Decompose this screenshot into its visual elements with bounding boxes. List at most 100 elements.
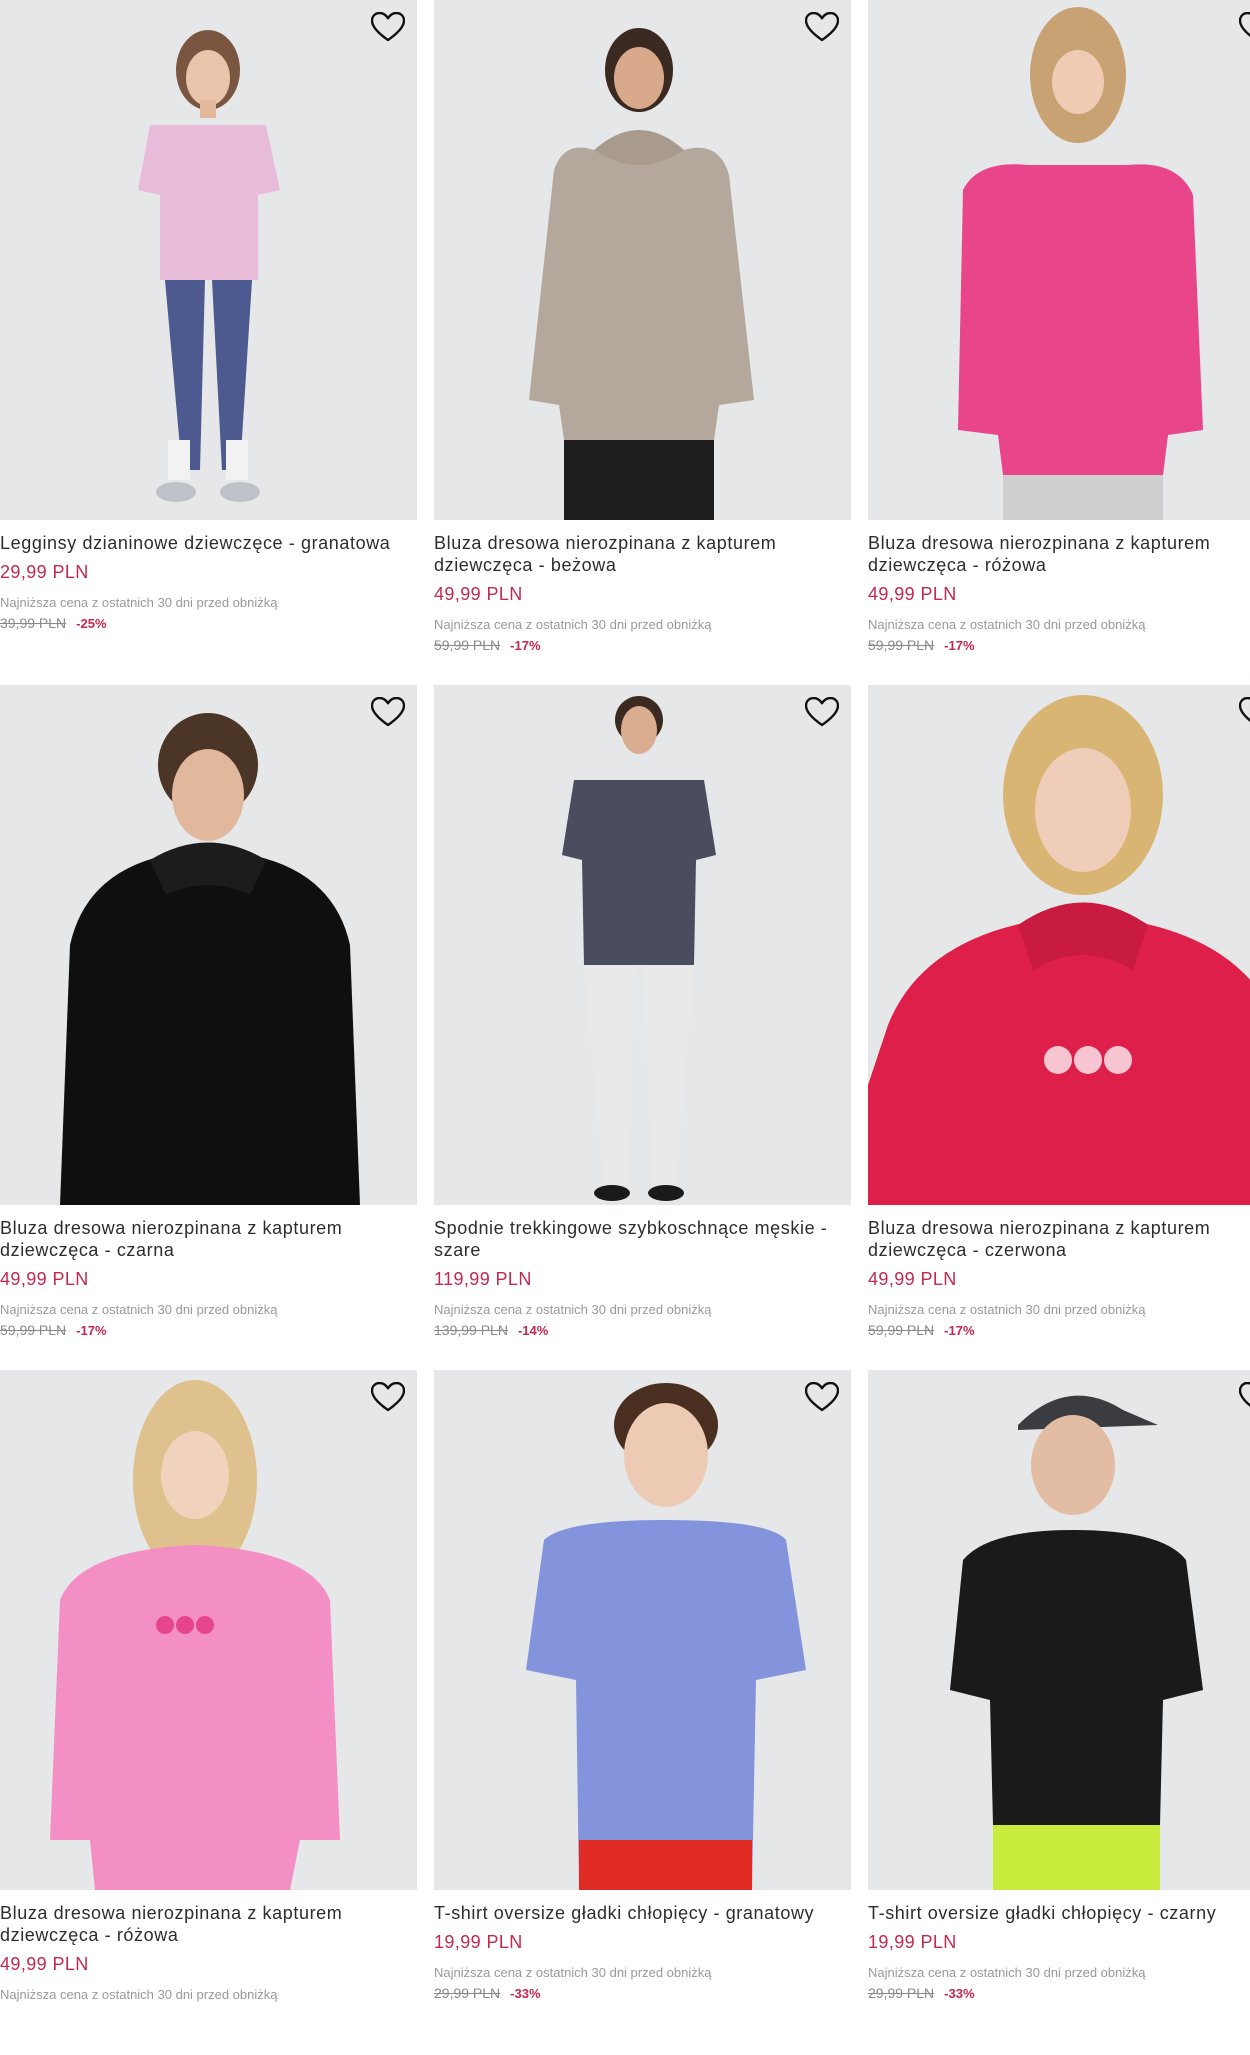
discount-badge: -17% [76, 1323, 107, 1338]
lowest-price-note: Najniższa cena z ostatnich 30 dni przed … [868, 1302, 1146, 1317]
heart-outline-icon [371, 1382, 405, 1412]
product-photo-illustration [562, 696, 716, 1201]
lowest-price-note: Najniższa cena z ostatnich 30 dni przed … [434, 617, 712, 632]
product-card[interactable]: Spodnie trekkingowe szybkoschnące męskie… [434, 685, 851, 1370]
product-price: 119,99 PLN [434, 1269, 532, 1289]
product-card[interactable]: T-shirt oversize gładki chłopięcy - gran… [434, 1370, 851, 2055]
add-to-wishlist-button[interactable] [803, 693, 841, 731]
product-title[interactable]: Bluza dresowa nierozpinana z kapturem dz… [0, 1217, 417, 1261]
discount-badge: -25% [76, 616, 107, 631]
old-price-row: 59,99 PLN -17% [434, 637, 851, 653]
product-info: Bluza dresowa nierozpinana z kapturem dz… [0, 1902, 417, 2002]
product-info: Legginsy dzianinowe dziewczęce - granato… [0, 532, 417, 631]
heart-outline-icon [1239, 697, 1250, 723]
product-photo-illustration [60, 713, 360, 1205]
heart-outline-icon [805, 12, 839, 42]
add-to-wishlist-button[interactable] [803, 1378, 841, 1416]
product-card[interactable]: Bluza dresowa nierozpinana z kapturem dz… [868, 685, 1250, 1370]
discount-badge: -33% [944, 1986, 975, 2001]
lowest-price-note: Najniższa cena z ostatnich 30 dni przed … [868, 617, 1146, 632]
product-image[interactable] [0, 0, 417, 520]
old-price-row: 139,99 PLN -14% [434, 1322, 851, 1338]
product-info: Bluza dresowa nierozpinana z kapturem dz… [868, 532, 1250, 653]
product-photo-illustration [138, 30, 280, 502]
product-title[interactable]: Bluza dresowa nierozpinana z kapturem dz… [434, 532, 851, 576]
heart-outline-icon [1239, 1382, 1250, 1408]
product-card[interactable]: Legginsy dzianinowe dziewczęce - granato… [0, 0, 417, 685]
product-photo-illustration [526, 1383, 806, 1890]
old-price-row: 29,99 PLN -33% [434, 1985, 851, 2001]
add-to-wishlist-button[interactable] [1237, 693, 1250, 731]
product-price: 49,99 PLN [0, 1954, 89, 1974]
heart-outline-icon [805, 1382, 839, 1412]
product-info: Bluza dresowa nierozpinana z kapturem dz… [0, 1217, 417, 1338]
product-image[interactable] [0, 685, 417, 1205]
lowest-price-note: Najniższa cena z ostatnich 30 dni przed … [0, 1302, 278, 1317]
product-info: Bluza dresowa nierozpinana z kapturem dz… [434, 532, 851, 653]
lowest-price-note: Najniższa cena z ostatnich 30 dni przed … [434, 1302, 712, 1317]
old-price: 59,99 PLN [868, 637, 935, 653]
product-image[interactable] [868, 0, 1250, 520]
product-card[interactable]: T-shirt oversize gładki chłopięcy - czar… [868, 1370, 1250, 2055]
heart-outline-icon [371, 697, 405, 727]
product-title[interactable]: Spodnie trekkingowe szybkoschnące męskie… [434, 1217, 851, 1261]
product-price: 19,99 PLN [868, 1932, 957, 1952]
product-photo-illustration [868, 695, 1250, 1205]
product-info: T-shirt oversize gładki chłopięcy - gran… [434, 1902, 851, 2001]
product-photo-illustration [529, 28, 754, 520]
old-price-row: 59,99 PLN -17% [868, 1322, 1250, 1338]
product-card[interactable]: Bluza dresowa nierozpinana z kapturem dz… [0, 1370, 417, 2055]
product-price: 49,99 PLN [868, 584, 957, 604]
old-price-row: 59,99 PLN -17% [868, 637, 1250, 653]
discount-badge: -33% [510, 1986, 541, 2001]
product-image[interactable] [434, 1370, 851, 1890]
product-price: 29,99 PLN [0, 562, 89, 582]
discount-badge: -14% [517, 1323, 549, 1338]
discount-badge: -17% [510, 638, 541, 653]
add-to-wishlist-button[interactable] [369, 693, 407, 731]
add-to-wishlist-button[interactable] [803, 8, 841, 46]
product-title[interactable]: T-shirt oversize gładki chłopięcy - czar… [868, 1902, 1250, 1924]
heart-outline-icon [805, 697, 839, 727]
old-price: 29,99 PLN [434, 1985, 501, 2001]
old-price: 59,99 PLN [434, 637, 501, 653]
add-to-wishlist-button[interactable] [369, 8, 407, 46]
discount-badge: -17% [944, 1323, 975, 1338]
add-to-wishlist-button[interactable] [1237, 1378, 1250, 1416]
add-to-wishlist-button[interactable] [369, 1378, 407, 1416]
old-price: 29,99 PLN [868, 1985, 935, 2001]
heart-outline-icon [371, 12, 405, 42]
product-card[interactable]: Bluza dresowa nierozpinana z kapturem dz… [868, 0, 1250, 685]
product-title[interactable]: Bluza dresowa nierozpinana z kapturem dz… [868, 1217, 1250, 1261]
product-price: 49,99 PLN [868, 1269, 957, 1289]
lowest-price-note: Najniższa cena z ostatnich 30 dni przed … [0, 1987, 278, 2002]
old-price: 39,99 PLN [0, 615, 67, 631]
product-info: T-shirt oversize gładki chłopięcy - czar… [868, 1902, 1250, 2001]
product-image[interactable] [434, 685, 851, 1205]
product-photo-illustration [50, 1380, 340, 1890]
product-card[interactable]: Bluza dresowa nierozpinana z kapturem dz… [0, 685, 417, 1370]
product-title[interactable]: T-shirt oversize gładki chłopięcy - gran… [434, 1902, 851, 1924]
product-title[interactable]: Legginsy dzianinowe dziewczęce - granato… [0, 532, 417, 554]
old-price: 139,99 PLN [434, 1322, 508, 1338]
heart-outline-icon [1239, 12, 1250, 38]
lowest-price-note: Najniższa cena z ostatnich 30 dni przed … [434, 1965, 712, 1980]
product-image[interactable] [868, 1370, 1250, 1890]
product-title[interactable]: Bluza dresowa nierozpinana z kapturem dz… [868, 532, 1250, 576]
product-price: 49,99 PLN [0, 1269, 89, 1289]
product-photo-illustration [950, 1395, 1203, 1890]
product-image[interactable] [434, 0, 851, 520]
lowest-price-note: Najniższa cena z ostatnich 30 dni przed … [0, 595, 278, 610]
product-card[interactable]: Bluza dresowa nierozpinana z kapturem dz… [434, 0, 851, 685]
product-image[interactable] [868, 685, 1250, 1205]
old-price-row: 59,99 PLN -17% [0, 1322, 417, 1338]
product-info: Spodnie trekkingowe szybkoschnące męskie… [434, 1217, 851, 1338]
old-price: 59,99 PLN [868, 1322, 935, 1338]
old-price-row: 39,99 PLN -25% [0, 615, 417, 631]
product-image[interactable] [0, 1370, 417, 1890]
product-title[interactable]: Bluza dresowa nierozpinana z kapturem dz… [0, 1902, 417, 1946]
product-price: 49,99 PLN [434, 584, 523, 604]
add-to-wishlist-button[interactable] [1237, 8, 1250, 46]
product-info: Bluza dresowa nierozpinana z kapturem dz… [868, 1217, 1250, 1338]
old-price-row: 29,99 PLN -33% [868, 1985, 1250, 2001]
